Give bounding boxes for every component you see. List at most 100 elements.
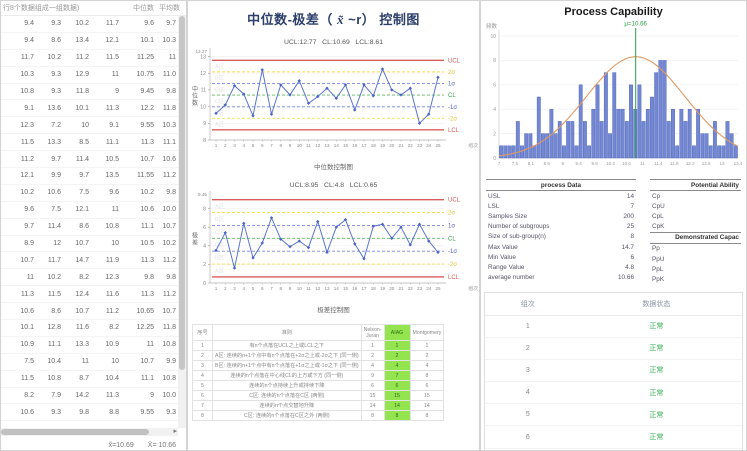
table-cell: 11.2 (154, 291, 176, 298)
svg-text:A区: A区 (215, 268, 225, 275)
rules-cell: 9 (361, 371, 384, 381)
vertical-scrollbar-thumb[interactable] (179, 16, 185, 370)
table-cell: 9.3 (154, 409, 176, 416)
vertical-scrollbar[interactable] (178, 16, 186, 428)
process-data-value: 10.66 (618, 274, 634, 281)
table-cell: 9.1 (89, 122, 119, 129)
range-chart-limits-label: UCL:8.95 CL:4.8 LCL:0.65 (188, 182, 479, 189)
svg-text:B区: B区 (215, 216, 225, 223)
table-cell: 11.1 (34, 341, 61, 348)
table-cell: 12 (34, 240, 61, 247)
svg-text:22: 22 (408, 143, 414, 148)
table-cell: 11.5 (34, 291, 61, 298)
table-cell: 11.0 (154, 71, 176, 78)
rules-cell: 6 (410, 381, 444, 391)
svg-text:6: 6 (203, 225, 206, 231)
rules-cell: 1 (384, 341, 410, 351)
svg-text:9: 9 (289, 286, 292, 291)
rules-header: Montgomery (410, 325, 444, 341)
table-cell: 13.6 (34, 105, 61, 112)
rules-cell: 5 (193, 381, 213, 391)
table-cell: 11.3 (119, 139, 154, 146)
svg-text:8: 8 (203, 206, 206, 212)
table-cell: 9.4 (3, 37, 34, 44)
svg-text:13.4: 13.4 (734, 161, 743, 166)
table-cell: 10.8 (89, 223, 119, 230)
table-row: 10.911.113.310.91110.8 (1, 337, 186, 354)
rules-header: Nelson-Juran (361, 325, 384, 341)
svg-text:1σ: 1σ (448, 82, 455, 88)
table-cell: 12.25 (119, 324, 154, 331)
svg-text:10.6: 10.6 (622, 161, 631, 166)
scroll-right-arrow-icon[interactable]: ▸ (173, 427, 177, 435)
svg-text:μ=10.66: μ=10.66 (624, 21, 647, 28)
group-number: 5 (485, 404, 571, 426)
rules-cell: 7 (384, 371, 410, 381)
rules-cell: 14 (410, 401, 444, 411)
svg-text:10.2: 10.2 (606, 161, 615, 166)
svg-text:-2σ: -2σ (448, 116, 457, 122)
horizontal-scrollbar[interactable]: ▸ (1, 428, 178, 436)
svg-text:2: 2 (203, 262, 206, 268)
rules-cell: 2 (361, 351, 384, 361)
svg-text:3: 3 (233, 143, 236, 148)
process-data-row: USL14 (486, 191, 636, 201)
svg-text:11: 11 (306, 286, 311, 291)
table-cell: 9.45 (119, 88, 154, 95)
svg-text:0: 0 (493, 156, 496, 162)
svg-text:10: 10 (490, 34, 496, 40)
process-data-row: Min Value6 (486, 252, 636, 262)
rules-cell: 15 (384, 391, 410, 401)
table-cell: 9.8 (154, 189, 176, 196)
table-cell: 10.3 (154, 122, 176, 129)
svg-text:4: 4 (242, 143, 245, 148)
table-cell: 10.7 (61, 240, 89, 247)
process-data-row: Number of subgroups25 (486, 222, 636, 232)
svg-text:7.5: 7.5 (512, 161, 519, 166)
svg-text:CL: CL (448, 93, 456, 99)
process-data-row: Samples Size200 (486, 211, 636, 221)
svg-text:9.45: 9.45 (198, 192, 207, 197)
table-cell: 11.3 (119, 291, 154, 298)
horizontal-scrollbar-thumb[interactable] (1, 429, 149, 435)
svg-text:中: 中 (192, 85, 198, 93)
svg-text:12.2: 12.2 (686, 161, 695, 166)
table-cell: 11.2 (3, 156, 34, 163)
status-badge: 正常 (571, 404, 742, 426)
svg-text:UCL: UCL (448, 198, 461, 204)
table-cell: 11 (154, 54, 176, 61)
process-data-label: Max Value (488, 244, 518, 251)
table-cell: 11.2 (89, 308, 119, 315)
svg-text:8: 8 (493, 58, 496, 64)
table-cell: 10.9 (3, 341, 34, 348)
table-cell: 13.4 (61, 37, 89, 44)
table-cell: 7.5 (61, 189, 89, 196)
rules-cell: 4 (193, 371, 213, 381)
status-row: 6正常 (485, 426, 742, 448)
demonstrated-capability-title: Demonstrated Capac (650, 232, 741, 244)
table-cell: 11.8 (61, 88, 89, 95)
svg-text:3: 3 (233, 286, 236, 291)
median-chart-limits-label: UCL:12.77 CL:10.69 LCL:8.61 (188, 39, 479, 46)
process-data-row: average number10.66 (486, 273, 636, 283)
table-cell: 11.1 (154, 139, 176, 146)
table-cell: 11.2 (154, 257, 176, 264)
svg-text:18: 18 (371, 286, 377, 291)
series-line (214, 216, 439, 270)
table-cell: 11 (61, 358, 89, 365)
rules-row: 4连续的n个点落在中心线CL的上方或下方 (同一侧)978 (193, 371, 444, 381)
data-table-header: 行8个数据组成一组数据) 中位数 平均数 (1, 1, 186, 16)
table-cell: 10.7 (119, 156, 154, 163)
table-cell: 10.7 (61, 308, 89, 315)
svg-text:25: 25 (435, 286, 441, 291)
median-chart-xlabel: 中位数控制图 (188, 161, 479, 171)
table-cell: 11.3 (119, 257, 154, 264)
series-line (214, 67, 439, 125)
table-cell: 11.9 (89, 257, 119, 264)
table-cell: 10.4 (89, 375, 119, 382)
control-rules-table: 序号准则Nelson-JuranAIAGMontgomery1有n个点落在UCL… (192, 324, 444, 421)
table-cell: 11.4 (34, 223, 61, 230)
table-row: 12.37.2109.19.5510.3 (1, 117, 186, 134)
table-cell: 8.5 (61, 139, 89, 146)
process-data-value: 200 (623, 213, 634, 220)
